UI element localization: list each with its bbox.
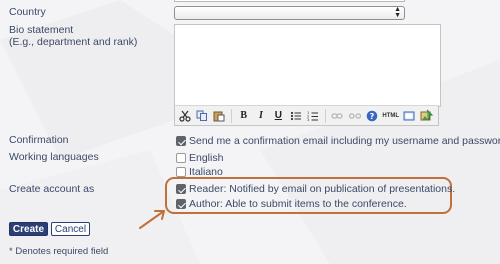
link-icon[interactable] [331, 109, 344, 123]
toolbar-separator [324, 108, 326, 123]
language-label-english: English [189, 152, 224, 164]
create-button[interactable]: Create [9, 222, 48, 236]
role-label-author: Author: Able to submit items to the conf… [189, 198, 407, 210]
confirmation-checkbox[interactable] [176, 136, 186, 146]
create-account-as-label: Create account as [9, 183, 95, 195]
unlink-icon[interactable] [348, 109, 361, 123]
working-languages-label: Working languages [9, 151, 99, 163]
previous-field-box[interactable] [174, 0, 405, 2]
language-checkbox-english[interactable] [176, 153, 186, 163]
bio-label: Bio statement [9, 24, 74, 36]
cancel-button[interactable]: Cancel [51, 222, 90, 236]
cut-icon[interactable] [178, 109, 191, 123]
svg-text:3: 3 [307, 118, 309, 122]
annotation-arrow [139, 210, 165, 229]
italic-icon[interactable]: I [254, 109, 267, 123]
toolbar-separator [231, 108, 232, 123]
role-checkbox-reader[interactable] [176, 184, 186, 194]
fullscreen-icon[interactable] [403, 109, 416, 123]
image-upload-icon[interactable] [420, 109, 434, 123]
role-label-reader: Reader: Notified by email on publication… [189, 183, 456, 195]
country-select[interactable]: ▲ ▼ [174, 6, 405, 20]
html-icon[interactable]: HTML [382, 109, 399, 123]
select-arrows-icon: ▲ ▼ [394, 6, 401, 19]
bio-sublabel: (E.g., department and rank) [9, 36, 138, 48]
required-field-footnote: * Denotes required field [9, 246, 109, 257]
help-icon[interactable]: ? [365, 109, 378, 123]
numbered-list-icon[interactable]: 123 [306, 109, 319, 123]
underline-icon[interactable]: U [272, 109, 285, 123]
help-icon-glyph: ? [370, 112, 375, 121]
bio-textarea[interactable] [174, 24, 441, 107]
confirmation-label: Confirmation [9, 134, 69, 146]
copy-icon[interactable] [195, 109, 208, 123]
confirmation-option-label: Send me a confirmation email including m… [189, 135, 500, 147]
country-label: Country [9, 6, 46, 18]
paste-icon[interactable] [213, 109, 226, 123]
role-checkbox-author[interactable] [176, 199, 186, 209]
bold-icon[interactable]: B [237, 109, 250, 123]
bullet-list-icon[interactable] [289, 109, 302, 123]
editor-toolbar: B I U 123 ? HTML [174, 105, 439, 126]
language-checkbox-italiano[interactable] [176, 167, 186, 177]
